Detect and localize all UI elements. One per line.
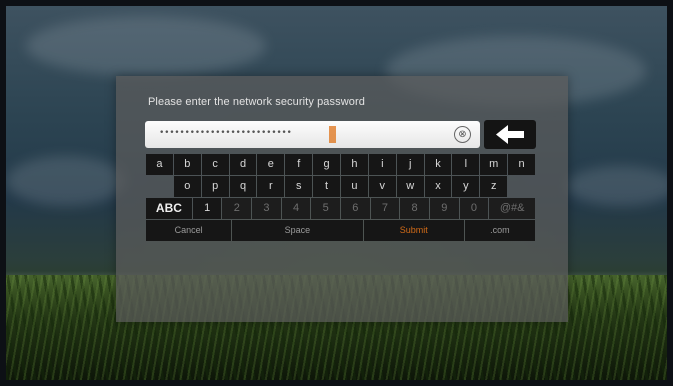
key-m[interactable]: m: [480, 154, 508, 175]
key-6[interactable]: 6: [341, 198, 370, 219]
key-e[interactable]: e: [257, 154, 285, 175]
key-z[interactable]: z: [480, 176, 508, 197]
backspace-arrow-icon: [496, 125, 524, 144]
key-l[interactable]: l: [452, 154, 480, 175]
backspace-button[interactable]: [484, 120, 536, 149]
cancel-button[interactable]: Cancel: [146, 220, 232, 241]
key-abc-toggle[interactable]: ABC: [146, 198, 192, 219]
key-d[interactable]: d: [229, 154, 257, 175]
dot-com-key[interactable]: .com: [464, 220, 536, 241]
key-v[interactable]: v: [368, 176, 396, 197]
key-4[interactable]: 4: [281, 198, 311, 219]
key-u[interactable]: u: [341, 176, 368, 197]
key-7[interactable]: 7: [370, 198, 400, 219]
key-g[interactable]: g: [313, 154, 341, 175]
password-input[interactable]: •••••••••••••••••••••••••• ⊗: [145, 121, 480, 148]
password-mask-text: ••••••••••••••••••••••••••: [159, 128, 292, 138]
key-y[interactable]: y: [452, 176, 480, 197]
key-i[interactable]: i: [368, 154, 396, 175]
key-symbols-toggle[interactable]: @#&: [489, 198, 536, 219]
cloud-shape: [566, 166, 667, 206]
key-p[interactable]: p: [201, 176, 229, 197]
key-j[interactable]: j: [396, 154, 424, 175]
key-a[interactable]: a: [146, 154, 173, 175]
key-b[interactable]: b: [173, 154, 201, 175]
key-spacer: [146, 176, 173, 197]
key-f[interactable]: f: [285, 154, 313, 175]
key-w[interactable]: w: [396, 176, 424, 197]
key-2[interactable]: 2: [222, 198, 252, 219]
on-screen-keyboard: a b c d e f g h i j k l m n o p q r s t …: [146, 154, 536, 242]
submit-button[interactable]: Submit: [363, 220, 464, 241]
space-key[interactable]: Space: [232, 220, 363, 241]
key-0[interactable]: 0: [459, 198, 489, 219]
key-n[interactable]: n: [508, 154, 536, 175]
key-9[interactable]: 9: [429, 198, 459, 219]
key-q[interactable]: q: [229, 176, 257, 197]
cloud-shape: [26, 16, 266, 76]
key-8[interactable]: 8: [400, 198, 429, 219]
key-3[interactable]: 3: [252, 198, 281, 219]
password-prompt-label: Please enter the network security passwo…: [148, 96, 365, 108]
cloud-shape: [6, 156, 126, 206]
clear-icon[interactable]: ⊗: [454, 126, 471, 143]
key-x[interactable]: x: [424, 176, 452, 197]
key-c[interactable]: c: [201, 154, 229, 175]
key-o[interactable]: o: [173, 176, 201, 197]
key-t[interactable]: t: [313, 176, 341, 197]
key-1[interactable]: 1: [192, 198, 222, 219]
keyboard-row-actions: Cancel Space Submit .com: [146, 220, 536, 241]
key-r[interactable]: r: [257, 176, 285, 197]
key-s[interactable]: s: [285, 176, 313, 197]
keyboard-row-letters-2: o p q r s t u v w x y z: [146, 176, 536, 197]
keyboard-row-numbers: ABC 1 2 3 4 5 6 7 8 9 0 @#&: [146, 198, 536, 219]
key-spacer: [508, 176, 535, 197]
key-5[interactable]: 5: [311, 198, 341, 219]
key-k[interactable]: k: [424, 154, 452, 175]
text-cursor: [329, 126, 336, 143]
key-h[interactable]: h: [341, 154, 368, 175]
keyboard-row-letters-1: a b c d e f g h i j k l m n: [146, 154, 536, 175]
